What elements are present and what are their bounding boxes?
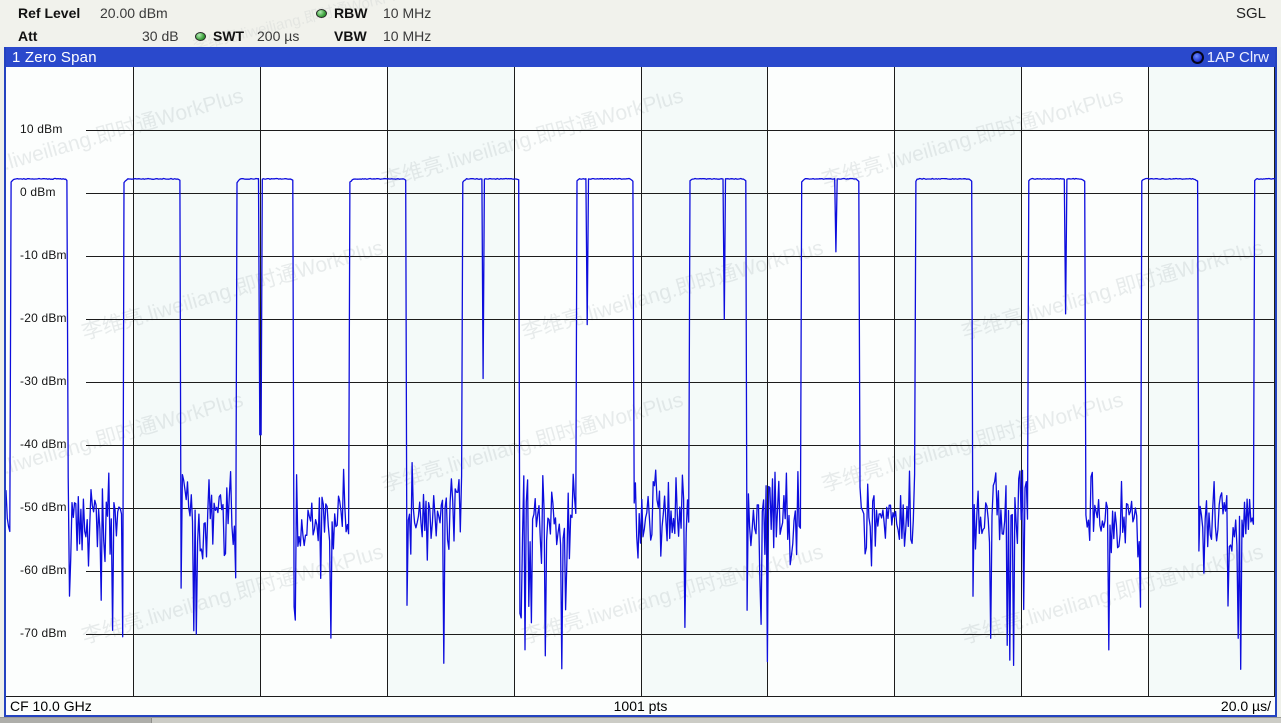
y-axis-label: 0 dBm: [20, 185, 56, 199]
y-axis-label: 10 dBm: [20, 122, 63, 136]
y-axis-label: -20 dBm: [20, 311, 67, 325]
att-value[interactable]: 30 dB: [142, 28, 179, 44]
rbw-value[interactable]: 10 MHz: [383, 5, 431, 21]
rbw-led-icon: [316, 9, 327, 18]
window-title: 1 Zero Span: [12, 49, 97, 66]
swt-led-icon: [195, 32, 206, 41]
measurement-header: 李维亮.liweiliang.即时通WorkPlus Ref Level 20.…: [0, 0, 1281, 47]
ref-level-label: Ref Level: [18, 5, 80, 21]
y-axis-label: -40 dBm: [20, 437, 67, 451]
y-axis-label: -50 dBm: [20, 500, 67, 514]
trace-indicator[interactable]: 1AP Clrw: [1191, 49, 1269, 66]
trace-dot-icon: [1191, 51, 1204, 64]
y-axis-label: -60 dBm: [20, 563, 67, 577]
y-axis-label: -10 dBm: [20, 248, 67, 262]
att-label: Att: [18, 28, 37, 44]
swt-value[interactable]: 200 µs: [257, 28, 299, 44]
y-axis-label: -70 dBm: [20, 626, 67, 640]
bottom-strip: [0, 717, 1281, 723]
sweep-points: 1001 pts: [6, 698, 1275, 714]
rbw-label: RBW: [334, 5, 367, 21]
y-axis-label: -30 dBm: [20, 374, 67, 388]
vbw-label: VBW: [334, 28, 367, 44]
plot-svg: [6, 67, 1275, 697]
window-titlebar: 1 Zero Span 1AP Clrw: [6, 47, 1275, 67]
time-per-division[interactable]: 20.0 µs/: [1221, 698, 1271, 714]
plot-area: 李维亮.liweiliang.即时通WorkPlus李维亮.liweiliang…: [6, 67, 1275, 697]
single-sweep-badge: SGL: [1236, 5, 1266, 22]
bottom-strip-left: [0, 718, 152, 723]
swt-label: SWT: [213, 28, 244, 44]
trace-path: [6, 179, 1275, 670]
vbw-value[interactable]: 10 MHz: [383, 28, 431, 44]
ref-level-value[interactable]: 20.00 dBm: [100, 5, 168, 21]
analyzer-screen: 李维亮.liweiliang.即时通WorkPlus Ref Level 20.…: [0, 0, 1281, 723]
trace-indicator-label: 1AP Clrw: [1207, 49, 1269, 66]
window-footer: CF 10.0 GHz 1001 pts 20.0 µs/: [6, 697, 1275, 715]
zero-span-window: 1 Zero Span 1AP Clrw 李维亮.liweiliang.即时通W…: [4, 47, 1277, 717]
